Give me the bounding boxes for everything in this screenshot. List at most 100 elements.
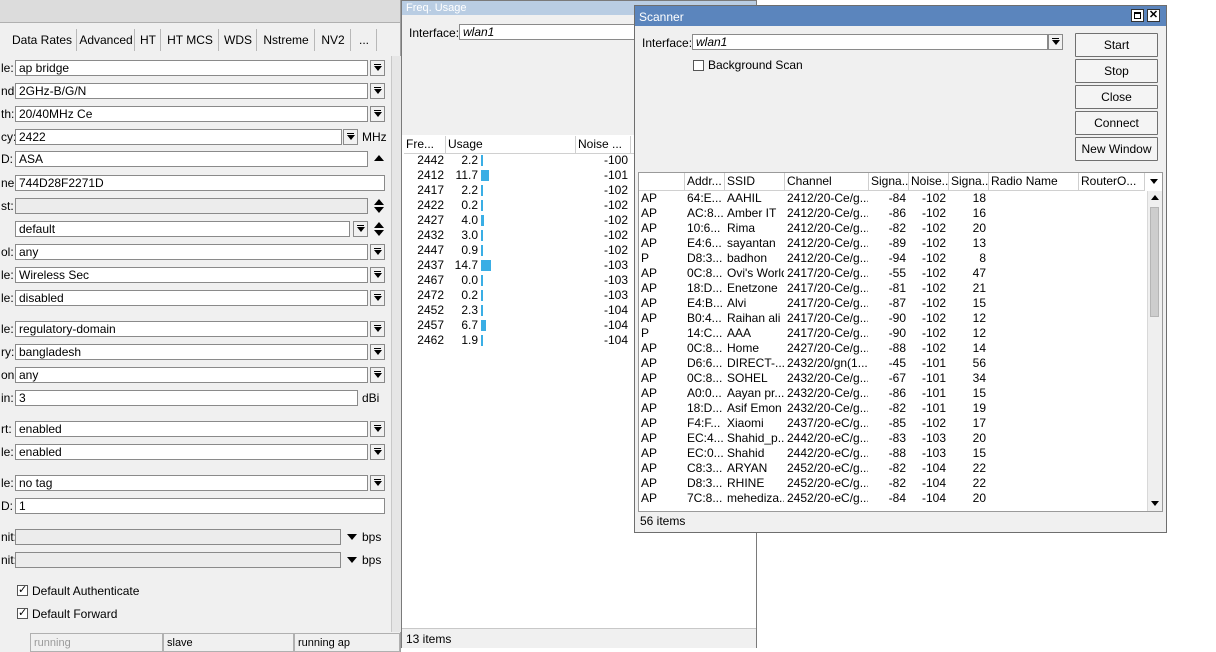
scan-row[interactable]: AP D8:3... RHINE 2452/20-eC/g... -82 -104 22 bbox=[639, 476, 1145, 491]
tab-1[interactable]: Advanced bbox=[78, 29, 135, 51]
bps-dropdown-icon-20[interactable] bbox=[347, 557, 357, 563]
stop-button[interactable]: Stop bbox=[1075, 59, 1158, 83]
scan-row[interactable]: AP 64:E... AAHIL 2412/20-Ce/g... -84 -102 18 bbox=[639, 191, 1145, 206]
scan-row[interactable]: AP A0:0... Aayan pr... 2432/20-Ce/g... -86 -1… bbox=[639, 386, 1145, 401]
scan-row[interactable]: AP 18:D... Enetzone 2417/20-Ce/g... -81 -102 2… bbox=[639, 281, 1145, 296]
field-input-19[interactable] bbox=[15, 529, 341, 545]
freq-row[interactable]: 2412 11.7 -101 bbox=[404, 168, 634, 183]
field-input-1[interactable]: 2GHz-B/G/N bbox=[15, 83, 368, 99]
scroll-thumb[interactable] bbox=[1150, 207, 1159, 317]
freq-row[interactable]: 2427 4.0 -102 bbox=[404, 213, 634, 228]
field-input-2[interactable]: 20/40MHz Ce bbox=[15, 106, 368, 122]
col-noise[interactable]: Noise... bbox=[909, 173, 949, 190]
field-dropdown-13[interactable] bbox=[370, 367, 385, 383]
connect-button[interactable]: Connect bbox=[1075, 111, 1158, 135]
freq-row[interactable]: 2467 0.0 -103 bbox=[404, 273, 634, 288]
panel-scrollbar[interactable] bbox=[391, 56, 401, 632]
freq-row[interactable]: 2462 1.9 -104 bbox=[404, 333, 634, 348]
field-dropdown-8[interactable] bbox=[370, 244, 385, 260]
field-input-9[interactable]: Wireless Sec bbox=[15, 267, 368, 283]
field-input-12[interactable]: bangladesh bbox=[15, 344, 368, 360]
scan-row[interactable]: P D8:3... badhon 2412/20-Ce/g... -94 -102 8 bbox=[639, 251, 1145, 266]
field-dropdown-7[interactable] bbox=[353, 221, 368, 237]
freq-row[interactable]: 2422 0.2 -102 bbox=[404, 198, 634, 213]
scan-row[interactable]: AP D6:6... DIRECT-... 2432/20/gn(1... -45 -10… bbox=[639, 356, 1145, 371]
field-dropdown-12[interactable] bbox=[370, 344, 385, 360]
updown-down-icon-6[interactable] bbox=[374, 207, 384, 213]
field-dropdown-16[interactable] bbox=[370, 444, 385, 460]
tab-0[interactable]: Data Rates bbox=[8, 29, 77, 51]
field-dropdown-15[interactable] bbox=[370, 421, 385, 437]
updown-up-icon-6[interactable] bbox=[374, 199, 384, 205]
col-signal-noise[interactable]: Signa... bbox=[949, 173, 989, 190]
scan-row[interactable]: P 14:C... AAA 2417/20-Ce/g... -90 -102 12 bbox=[639, 326, 1145, 341]
field-input-6[interactable] bbox=[15, 198, 368, 214]
freq-col-frequency[interactable]: Fre... bbox=[404, 136, 446, 153]
scan-row[interactable]: AP 7C:8... mehediza... 2452/20-eC/g... -84 -1… bbox=[639, 491, 1145, 506]
col-channel[interactable]: Channel bbox=[785, 173, 869, 190]
freq-col-noise[interactable]: Noise ... bbox=[576, 136, 631, 153]
field-dropdown-2[interactable] bbox=[370, 106, 385, 122]
col-radio-name[interactable]: Radio Name bbox=[989, 173, 1079, 190]
scanner-interface-dropdown[interactable] bbox=[1048, 34, 1063, 50]
close-button[interactable]: Close bbox=[1075, 85, 1158, 109]
start-button[interactable]: Start bbox=[1075, 33, 1158, 57]
scan-row[interactable]: AP F4:F... Xiaomi 2437/20-eC/g... -85 -102 17 bbox=[639, 416, 1145, 431]
field-input-16[interactable]: enabled bbox=[15, 444, 368, 460]
scanner-titlebar[interactable]: Scanner ✕ bbox=[635, 6, 1166, 26]
background-scan-checkbox[interactable] bbox=[693, 60, 704, 71]
field-input-17[interactable]: no tag bbox=[15, 475, 368, 491]
col-type[interactable] bbox=[639, 173, 685, 190]
freq-row[interactable]: 2452 2.3 -104 bbox=[404, 303, 634, 318]
scan-row[interactable]: AP E4:6... sayantan 2412/20-Ce/g... -89 -102 1… bbox=[639, 236, 1145, 251]
field-dropdown-0[interactable] bbox=[370, 60, 385, 76]
col-ssid[interactable]: SSID bbox=[725, 173, 785, 190]
tab-6[interactable]: NV2 bbox=[316, 29, 351, 51]
default-authenticate-checkbox[interactable] bbox=[17, 583, 28, 596]
field-input-4[interactable]: ASA bbox=[15, 151, 368, 167]
field-input-10[interactable]: disabled bbox=[15, 290, 368, 306]
updown-down-icon-7[interactable] bbox=[374, 230, 384, 236]
field-input-5[interactable]: 744D28F2271D bbox=[15, 175, 385, 191]
col-routeros[interactable]: RouterO... bbox=[1079, 173, 1145, 190]
field-input-20[interactable] bbox=[15, 552, 341, 568]
scanner-scrollbar[interactable] bbox=[1147, 191, 1162, 511]
freq-row[interactable]: 2472 0.2 -103 bbox=[404, 288, 634, 303]
field-input-0[interactable]: ap bridge bbox=[15, 60, 368, 76]
col-address[interactable]: Addr... bbox=[685, 173, 725, 190]
maximize-icon[interactable] bbox=[1131, 9, 1144, 22]
field-input-3[interactable]: 2422 bbox=[15, 129, 342, 145]
col-signal[interactable]: Signa... bbox=[869, 173, 909, 190]
freq-row[interactable]: 2417 2.2 -102 bbox=[404, 183, 634, 198]
freq-row[interactable]: 2437 14.7 -103 bbox=[404, 258, 634, 273]
scan-row[interactable]: AP E4:B... Alvi 2417/20-Ce/g... -87 -102 15 bbox=[639, 296, 1145, 311]
scroll-up-icon[interactable] bbox=[1151, 195, 1159, 200]
field-dropdown-1[interactable] bbox=[370, 83, 385, 99]
scan-row[interactable]: AP C8:3... ARYAN 2452/20-eC/g... -82 -104 22 bbox=[639, 461, 1145, 476]
field-input-11[interactable]: regulatory-domain bbox=[15, 321, 368, 337]
freq-col-usage[interactable]: Usage bbox=[446, 136, 576, 153]
scan-row[interactable]: AP 0C:8... SOHEL 2432/20-Ce/g... -67 -101 34 bbox=[639, 371, 1145, 386]
scan-row[interactable]: AP 0C:8... Ovi's World 2417/20-Ce/g... -55 -1… bbox=[639, 266, 1145, 281]
tab-7[interactable]: ... bbox=[352, 29, 377, 51]
field-dropdown-11[interactable] bbox=[370, 321, 385, 337]
scroll-down-icon[interactable] bbox=[1151, 501, 1159, 506]
scan-row[interactable]: AP 18:D... Asif Emon 2432/20-Ce/g... -82 -101… bbox=[639, 401, 1145, 416]
field-input-7[interactable]: default bbox=[15, 221, 350, 237]
field-input-14[interactable]: 3 bbox=[15, 390, 358, 406]
tab-3[interactable]: HT MCS bbox=[162, 29, 219, 51]
bps-dropdown-icon-19[interactable] bbox=[347, 534, 357, 540]
tab-5[interactable]: Nstreme bbox=[258, 29, 315, 51]
freq-row[interactable]: 2432 3.0 -102 bbox=[404, 228, 634, 243]
field-input-15[interactable]: enabled bbox=[15, 421, 368, 437]
scan-row[interactable]: AP EC:0... Shahid 2442/20-eC/g... -88 -103 15 bbox=[639, 446, 1145, 461]
arrow-up-icon-4[interactable] bbox=[374, 155, 384, 161]
tab-4[interactable]: WDS bbox=[220, 29, 257, 51]
field-dropdown-10[interactable] bbox=[370, 290, 385, 306]
default-forward-checkbox[interactable] bbox=[17, 606, 28, 619]
scan-row[interactable]: AP EC:4... Shahid_p... 2442/20-eC/g... -83 -1… bbox=[639, 431, 1145, 446]
new-window-button[interactable]: New Window bbox=[1075, 137, 1158, 161]
scan-row[interactable]: AP AC:8... Amber IT 2412/20-Ce/g... -86 -102 1… bbox=[639, 206, 1145, 221]
close-icon[interactable]: ✕ bbox=[1147, 9, 1160, 22]
freq-row[interactable]: 2457 6.7 -104 bbox=[404, 318, 634, 333]
